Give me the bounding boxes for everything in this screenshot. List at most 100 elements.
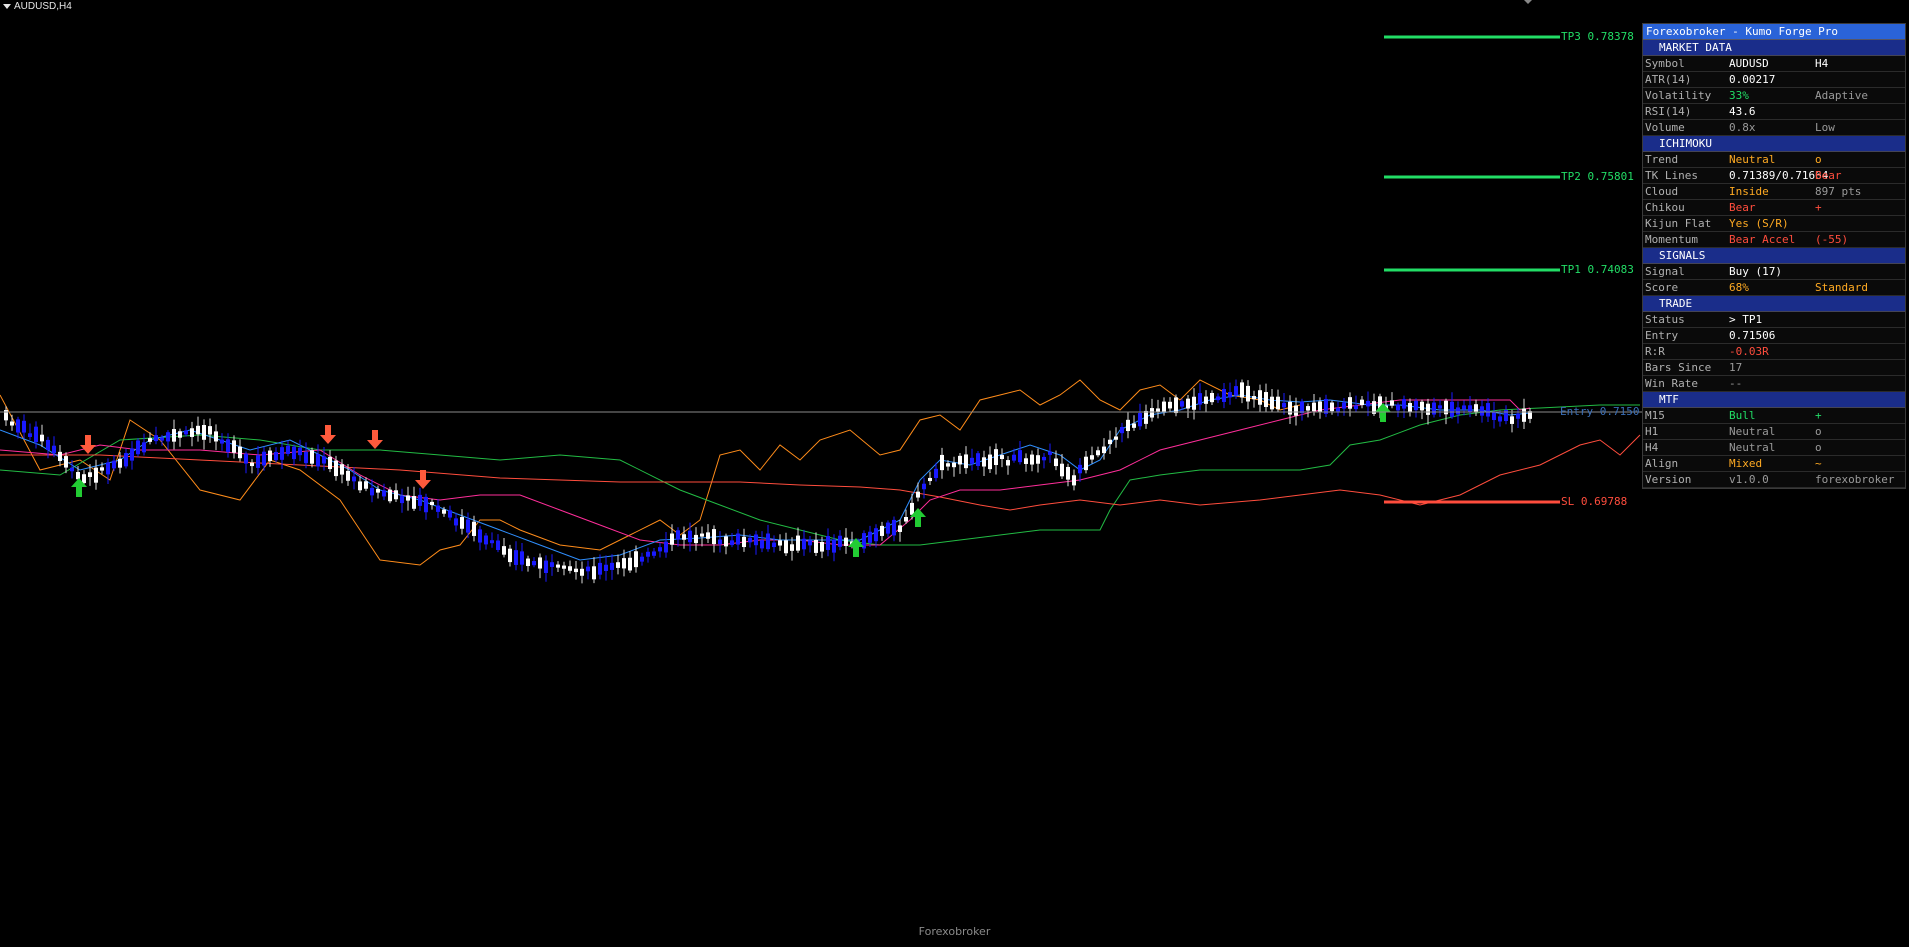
candle-body (982, 457, 986, 467)
candle-body (58, 451, 62, 461)
row-value: Yes (S/R) (1729, 217, 1789, 230)
candle-body (898, 525, 902, 532)
candle-body (400, 496, 404, 504)
candle-body (334, 460, 338, 477)
candle-body (1408, 402, 1412, 412)
dashboard-row-version: Version v1.0.0 forexobroker (1643, 472, 1905, 488)
candle-body (1486, 403, 1490, 417)
row-value: 0.8x (1729, 121, 1756, 134)
candle-body (1276, 396, 1280, 410)
row-value: -- (1729, 377, 1743, 390)
row-label: TK Lines (1645, 169, 1698, 182)
row-value: Bear (1729, 201, 1756, 214)
candle-body (508, 548, 512, 563)
candle-body (904, 517, 908, 522)
candle-body (1036, 455, 1040, 464)
row-value: Buy (17) (1729, 265, 1782, 278)
candle-body (526, 558, 530, 567)
candle-body (190, 428, 194, 437)
candle-body (670, 533, 674, 545)
candle-body (514, 550, 518, 565)
candle-body (208, 426, 212, 435)
candle-body (820, 542, 824, 552)
candle-body (748, 537, 752, 543)
candle-body (1006, 460, 1010, 466)
candle-body (418, 494, 422, 506)
sell-arrow-icon (367, 430, 383, 449)
candle-body (1072, 475, 1076, 486)
candle-body (370, 487, 374, 496)
dashboard-section-trade: TRADE (1643, 296, 1905, 312)
price-chart[interactable] (0, 0, 1909, 947)
row-extra: Bear (1815, 169, 1842, 182)
candle-body (388, 489, 392, 502)
candle-body (1420, 401, 1424, 411)
candle-body (118, 458, 122, 468)
dashboard-row-chikou: Chikou Bear + (1643, 200, 1905, 216)
candle-body (1228, 392, 1232, 398)
candle-body (724, 536, 728, 547)
row-value: Mixed (1729, 457, 1763, 470)
row-label: RSI(14) (1645, 105, 1692, 118)
row-value: -0.03R (1729, 345, 1769, 358)
candle-body (1348, 397, 1352, 409)
row-extra: 897 pts (1815, 185, 1862, 198)
candle-body (1354, 405, 1358, 410)
candle-body (808, 540, 812, 546)
row-label: R:R (1645, 345, 1665, 358)
candle-body (994, 449, 998, 466)
row-label: Status (1645, 313, 1685, 326)
candle-body (310, 450, 314, 464)
candle-body (604, 564, 608, 571)
row-extra: o (1815, 153, 1822, 166)
candle-body (592, 566, 596, 580)
kijun-sen-line (0, 399, 1531, 546)
candle-body (1018, 450, 1022, 463)
dashboard-row-status: Status > TP1 (1643, 312, 1905, 328)
row-value: Neutral (1729, 153, 1776, 166)
candle-body (958, 455, 962, 465)
row-value: 33% (1729, 89, 1749, 102)
candle-body (1294, 405, 1298, 416)
candle-body (490, 540, 494, 544)
candle-body (658, 547, 662, 552)
candle-body (1156, 408, 1160, 412)
candle-body (460, 517, 464, 529)
candle-body (1330, 402, 1334, 412)
candle-body (1456, 407, 1460, 415)
candle-body (340, 464, 344, 475)
candle-body (784, 540, 788, 554)
candle-body (790, 544, 794, 551)
dashboard-row-r-r: R:R -0.03R (1643, 344, 1905, 360)
row-extra: (-55) (1815, 233, 1849, 246)
dashboard-row-h4: H4 Neutral o (1643, 440, 1905, 456)
candle-body (1216, 396, 1220, 401)
row-extra: ~ (1815, 457, 1822, 470)
candle-body (844, 537, 848, 546)
candle-body (1510, 416, 1514, 424)
candle-body (328, 456, 332, 470)
candle-body (676, 530, 680, 540)
candle-body (976, 453, 980, 466)
candle-body (1312, 402, 1316, 412)
candle-body (538, 557, 542, 569)
candle-body (778, 540, 782, 546)
entry-level-label: Entry 0.7150 (1560, 405, 1640, 418)
candle-body (1246, 385, 1250, 402)
candle-body (412, 496, 416, 509)
candle-body (1402, 399, 1406, 409)
dashboard-row-entry: Entry 0.71506 (1643, 328, 1905, 344)
row-value: AUDUSD (1729, 57, 1769, 70)
candle-body (1138, 412, 1142, 427)
dashboard-row-signal: Signal Buy (17) (1643, 264, 1905, 280)
candle-body (292, 446, 296, 460)
dashboard-panel: Forexobroker - Kumo Forge Pro MARKET DAT… (1642, 23, 1906, 489)
candle-body (448, 510, 452, 518)
dashboard-row-symbol: Symbol AUDUSD H4 (1643, 56, 1905, 72)
candle-body (1492, 411, 1496, 421)
candle-body (1366, 400, 1370, 407)
candle-body (1432, 402, 1436, 415)
candle-body (1474, 404, 1478, 413)
candle-body (796, 535, 800, 551)
dashboard-row-bars-since: Bars Since 17 (1643, 360, 1905, 376)
